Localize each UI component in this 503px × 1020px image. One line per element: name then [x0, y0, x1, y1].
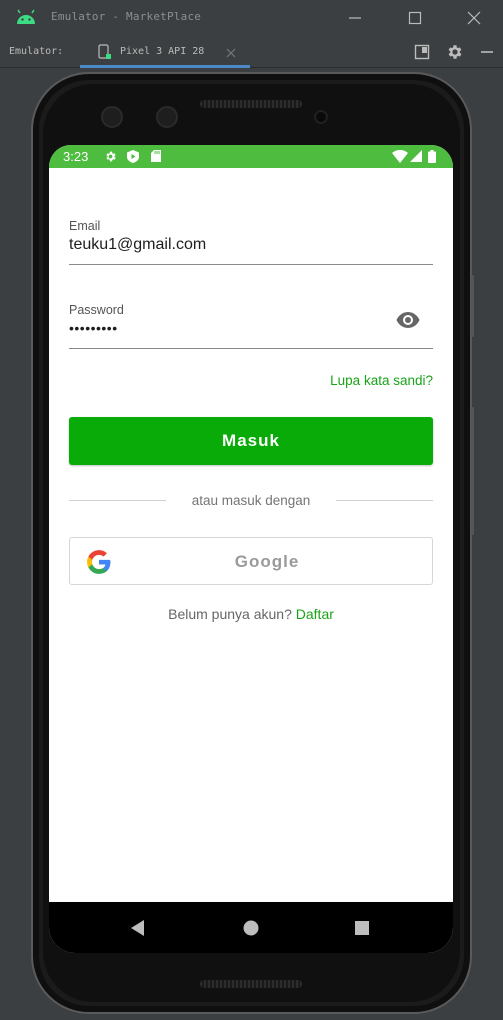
- close-window-button[interactable]: [462, 6, 486, 30]
- signal-icon: [409, 149, 423, 163]
- wifi-icon: [392, 149, 408, 163]
- tab-close-icon[interactable]: [226, 48, 236, 58]
- settings-button[interactable]: [445, 42, 465, 62]
- android-icon: [17, 9, 35, 24]
- battery-icon: [427, 149, 437, 163]
- gear-icon: [103, 149, 117, 163]
- minus-icon: [481, 51, 493, 53]
- password-underline: [69, 348, 433, 349]
- minimize-button[interactable]: [343, 6, 367, 30]
- login-form: Email teuku1@gmail.com Password ••••••••…: [49, 168, 453, 879]
- status-bar: 3:23: [49, 145, 453, 168]
- tab-label: Pixel 3 API 28: [120, 46, 205, 57]
- top-speaker: [200, 100, 302, 108]
- navigation-bar: [49, 902, 453, 953]
- window-layout-icon: [414, 44, 430, 60]
- phone-screen: 3:23 Email teuku1@gmail.com Password •••…: [49, 145, 453, 953]
- signup-prompt: Belum punya akun? Daftar: [49, 606, 453, 622]
- emulator-toolbar: Emulator: Pixel 3 API 28: [0, 36, 503, 68]
- password-field[interactable]: •••••••••: [69, 320, 389, 336]
- email-label: Email: [69, 219, 101, 233]
- front-camera-left: [101, 106, 123, 128]
- play-protect-icon: [126, 149, 140, 163]
- volume-button[interactable]: [471, 407, 474, 535]
- back-icon[interactable]: [129, 919, 147, 937]
- email-underline: [69, 264, 433, 265]
- power-button[interactable]: [471, 275, 474, 337]
- proximity-sensor: [314, 110, 328, 124]
- tab-active-indicator: [80, 65, 250, 68]
- gear-icon: [448, 45, 462, 59]
- bottom-speaker: [200, 980, 302, 988]
- login-button-label: Masuk: [222, 431, 280, 450]
- window-title: Emulator - MarketPlace: [51, 10, 202, 23]
- status-time: 3:23: [63, 149, 89, 164]
- sd-card-icon: [149, 149, 163, 163]
- password-label: Password: [69, 303, 124, 317]
- home-icon[interactable]: [242, 919, 260, 937]
- signup-link[interactable]: Daftar: [296, 606, 334, 622]
- front-camera-right: [156, 106, 178, 128]
- minimize-icon: [349, 17, 361, 19]
- google-button-label: Google: [234, 552, 300, 571]
- minimize-panel-button[interactable]: [477, 42, 497, 62]
- forgot-password-link[interactable]: Lupa kata sandi?: [330, 373, 433, 388]
- maximize-icon: [408, 11, 422, 25]
- tab-device[interactable]: Pixel 3 API 28: [80, 36, 250, 68]
- divider-right: [336, 500, 433, 501]
- maximize-button[interactable]: [403, 6, 427, 30]
- close-icon: [467, 11, 481, 25]
- eye-icon[interactable]: [396, 311, 420, 329]
- recents-icon[interactable]: [353, 919, 371, 937]
- login-button[interactable]: Masuk: [69, 417, 433, 465]
- toolbar-label: Emulator:: [9, 46, 64, 57]
- google-login-button[interactable]: Google: [69, 537, 433, 585]
- device-icon: [98, 44, 111, 59]
- window-titlebar: Emulator - MarketPlace: [0, 0, 503, 36]
- email-field[interactable]: teuku1@gmail.com: [69, 236, 389, 254]
- signup-prompt-text: Belum punya akun?: [168, 606, 292, 622]
- layout-button[interactable]: [412, 42, 432, 62]
